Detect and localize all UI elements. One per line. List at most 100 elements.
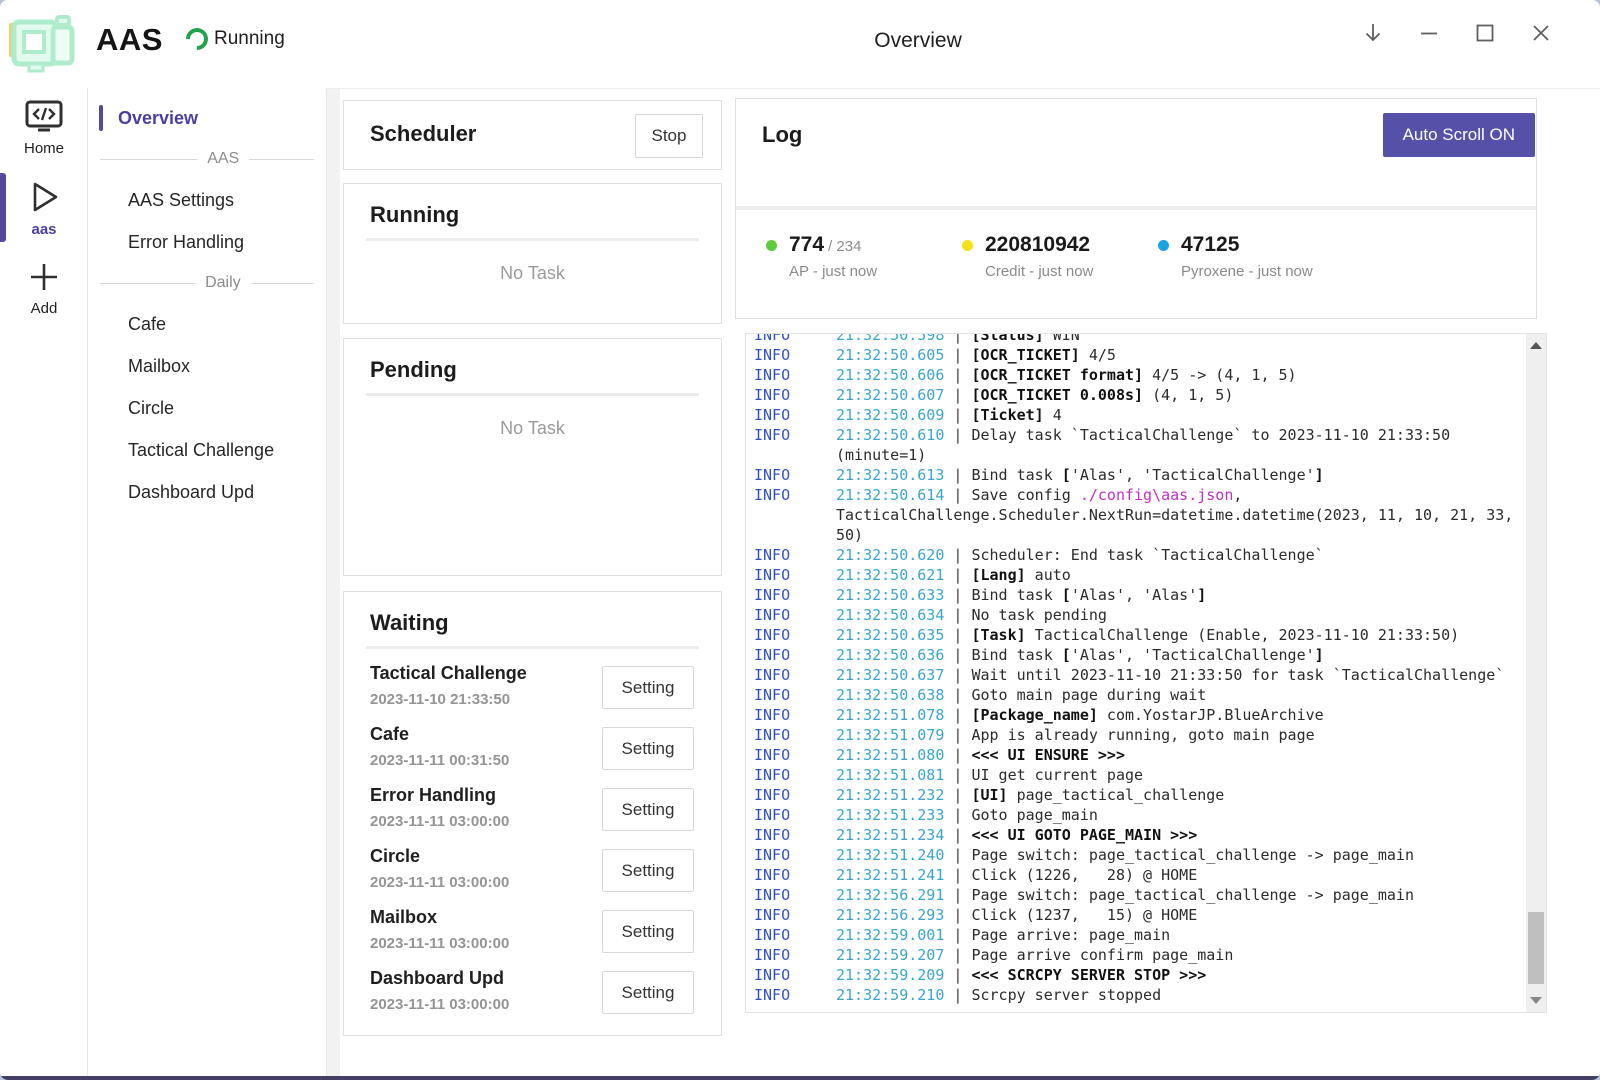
minimize-icon [1417, 21, 1441, 45]
log-level: INFO [754, 745, 790, 765]
log-timestamp: 21:32:50.634 [836, 606, 953, 624]
dashboard-stats: 774/ 234AP - just now220810942Credit - j… [766, 233, 1354, 280]
setting-button[interactable]: Setting [602, 910, 694, 953]
log-message: [UI] page_tactical_challenge [971, 786, 1224, 804]
log-message: Scrcpy server stopped [971, 986, 1161, 1004]
log-message: Goto page_main [971, 806, 1097, 824]
log-message: [OCR_TICKET 0.008s] (4, 1, 5) [971, 386, 1233, 404]
log-separator: | [953, 466, 971, 484]
rail-item-aas[interactable]: aas [0, 167, 88, 248]
sidebar-item-overview[interactable]: Overview [88, 97, 326, 139]
log-level: INFO [754, 965, 790, 985]
window-bottom-edge [0, 1076, 1600, 1080]
stat-dot-icon [962, 240, 973, 251]
rail-item-home[interactable]: Home [0, 88, 88, 167]
running-empty-text: No Task [344, 263, 721, 284]
log-line: INFO21:32:51.233 | Goto page_main [746, 805, 1526, 825]
log-message: No task pending [971, 606, 1106, 624]
rail-item-add[interactable]: Add [0, 248, 88, 327]
log-level: INFO [754, 945, 790, 965]
minimize-button[interactable] [1408, 12, 1450, 54]
scrollbar-thumb[interactable] [1528, 912, 1544, 984]
log-level: INFO [754, 625, 790, 645]
log-message: Bind task ['Alas', 'TacticalChallenge'] [971, 466, 1323, 484]
log-message: [Status] WIN [971, 333, 1079, 344]
scroll-up-icon[interactable] [1530, 342, 1542, 349]
auto-scroll-toggle[interactable]: Auto Scroll ON [1383, 113, 1535, 157]
stat-dot-icon [1158, 240, 1169, 251]
log-level: INFO [754, 705, 790, 725]
log-separator: | [953, 366, 971, 384]
log-line: INFO21:32:59.209 | <<< SCRCPY SERVER STO… [746, 965, 1526, 985]
divider [251, 283, 314, 284]
log-message: Page switch: page_tactical_challenge -> … [971, 846, 1414, 864]
sidebar-item-label: Error Handling [128, 232, 244, 253]
log-line: INFO21:32:50.607 | [OCR_TICKET 0.008s] (… [746, 385, 1526, 405]
scheduler-title: Scheduler [370, 121, 476, 147]
log-level: INFO [754, 665, 790, 685]
log-separator: | [953, 726, 971, 744]
log-separator: | [953, 906, 971, 924]
pending-empty-text: No Task [344, 418, 721, 439]
log-line: INFO21:32:56.291 | Page switch: page_tac… [746, 885, 1526, 905]
log-timestamp: 21:32:50.635 [836, 626, 953, 644]
log-line: INFO21:32:50.620 | Scheduler: End task `… [746, 545, 1526, 565]
log-separator: | [953, 786, 971, 804]
setting-button[interactable]: Setting [602, 849, 694, 892]
setting-button[interactable]: Setting [602, 788, 694, 831]
log-timestamp: 21:32:50.633 [836, 586, 953, 604]
waiting-task-row: Circle2023-11-11 03:00:00Setting [344, 840, 721, 901]
log-timestamp: 21:32:51.080 [836, 746, 953, 764]
log-level: INFO [754, 345, 790, 365]
log-message: Page switch: page_tactical_challenge -> … [971, 886, 1414, 904]
sidebar-item-mailbox[interactable]: Mailbox [88, 345, 326, 387]
close-button[interactable] [1520, 12, 1562, 54]
log-separator: | [953, 586, 971, 604]
log-message: Page arrive confirm page_main [971, 946, 1233, 964]
sidebar-item-aas-settings[interactable]: AAS Settings [88, 179, 326, 221]
log-line: INFO21:32:51.232 | [UI] page_tactical_ch… [746, 785, 1526, 805]
log-separator: | [953, 766, 971, 784]
log-line: INFO21:32:50.598 | [Status] WIN [746, 333, 1526, 345]
log-separator: | [953, 946, 971, 964]
running-panel: Running No Task [343, 183, 722, 324]
sidebar-item-cafe[interactable]: Cafe [88, 303, 326, 345]
log-line: INFO21:32:50.635 | [Task] TacticalChalle… [746, 625, 1526, 645]
content-scrollbar[interactable] [327, 89, 340, 1076]
log-timestamp: 21:32:51.232 [836, 786, 953, 804]
stat-value: 47125 [1181, 233, 1239, 257]
waiting-task-row: Mailbox2023-11-11 03:00:00Setting [344, 901, 721, 962]
log-output[interactable]: INFO21:32:50.598 | [Status] WININFO21:32… [745, 333, 1547, 1013]
sidebar-item-dashboard-upd[interactable]: Dashboard Upd [88, 471, 326, 513]
setting-button[interactable]: Setting [602, 971, 694, 1014]
scroll-down-icon[interactable] [1530, 997, 1542, 1004]
log-message: UI get current page [971, 766, 1143, 784]
log-timestamp: 21:32:50.636 [836, 646, 953, 664]
waiting-task-row: Tactical Challenge2023-11-10 21:33:50Set… [344, 657, 721, 718]
log-panel: Log Auto Scroll ON 774/ 234AP - just now… [735, 98, 1537, 319]
log-line: INFO21:32:50.633 | Bind task ['Alas', 'A… [746, 585, 1526, 605]
divider [366, 238, 699, 241]
sidebar-item-circle[interactable]: Circle [88, 387, 326, 429]
stop-button[interactable]: Stop [635, 114, 703, 158]
log-scrollbar[interactable] [1526, 334, 1546, 1012]
arrow-down-icon [1361, 21, 1385, 45]
log-separator: | [953, 386, 971, 404]
log-message: <<< UI ENSURE >>> [971, 746, 1125, 764]
sidebar-item-tactical-challenge[interactable]: Tactical Challenge [88, 429, 326, 471]
rail-item-label: Add [0, 300, 88, 317]
setting-button[interactable]: Setting [602, 727, 694, 770]
log-level: INFO [754, 333, 790, 345]
waiting-task-row: Dashboard Upd2023-11-11 03:00:00Setting [344, 962, 721, 1023]
download-update-button[interactable] [1352, 12, 1394, 54]
sidebar-item-label: Tactical Challenge [128, 440, 274, 461]
maximize-button[interactable] [1464, 12, 1506, 54]
log-level: INFO [754, 885, 790, 905]
waiting-task-list: Tactical Challenge2023-11-10 21:33:50Set… [344, 649, 721, 1023]
log-line: INFO21:32:51.240 | Page switch: page_tac… [746, 845, 1526, 865]
setting-button[interactable]: Setting [602, 666, 694, 709]
log-message: Bind task ['Alas', 'TacticalChallenge'] [971, 646, 1323, 664]
log-level: INFO [754, 765, 790, 785]
sidebar-item-error-handling[interactable]: Error Handling [88, 221, 326, 263]
log-level: INFO [754, 385, 790, 405]
